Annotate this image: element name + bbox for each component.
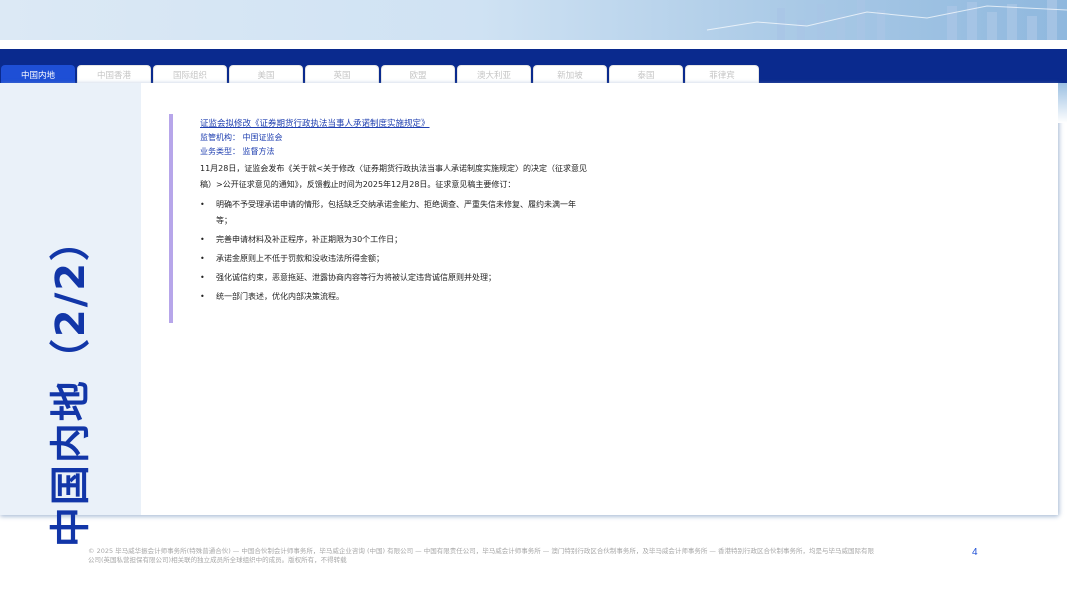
- list-item: • 统一部门表述，优化内部决策流程。: [200, 289, 589, 305]
- list-item: • 明确不予受理承诺申请的情形，包括缺乏交纳承诺金能力、拒绝调查、严重失信未修复、…: [200, 197, 589, 229]
- list-item-text: 统一部门表述，优化内部决策流程。: [216, 292, 344, 301]
- tab-singapore[interactable]: 新加坡: [533, 65, 607, 83]
- page-number: 4: [972, 547, 978, 558]
- chart-decoration-graphic: [706, 0, 1067, 40]
- sidebar: 中国内地（2/2）: [0, 83, 141, 547]
- tab-uk[interactable]: 英国: [305, 65, 379, 83]
- bullet-icon: •: [200, 254, 205, 263]
- tab-eu[interactable]: 欧盟: [381, 65, 455, 83]
- article-title-link[interactable]: 证监会拟修改《证券期货行政执法当事人承诺制度实施规定》: [200, 117, 589, 131]
- tab-usa[interactable]: 美国: [229, 65, 303, 83]
- tab-thailand[interactable]: 泰国: [609, 65, 683, 83]
- tab-philippines[interactable]: 菲律宾: [685, 65, 759, 83]
- copyright-footer: © 2025 毕马威华振会计师事务所(特殊普通合伙) — 中国合伙制会计师事务所…: [88, 547, 874, 564]
- list-item-text: 明确不予受理承诺申请的情形，包括缺乏交纳承诺金能力、拒绝调查、严重失信未修复、履…: [216, 200, 576, 225]
- list-item-text: 强化诚信约束，恶意拖延、泄露协商内容等行为将被认定违背诚信原则并处理；: [216, 273, 496, 282]
- tab-hong-kong[interactable]: 中国香港: [77, 65, 151, 83]
- region-tabs: 中国内地 中国香港 国际组织 美国 英国 欧盟 澳大利亚 新加坡 泰国 菲律宾: [1, 65, 759, 83]
- tab-australia[interactable]: 澳大利亚: [457, 65, 531, 83]
- bullet-icon: •: [200, 235, 205, 244]
- bullet-icon: •: [200, 273, 205, 282]
- business-type-label: 业务类型： 监督方法: [200, 147, 275, 156]
- panel-edge-decoration: [1058, 83, 1067, 123]
- regulator-label: 监管机构： 中国证监会: [200, 133, 283, 142]
- bullet-icon: •: [200, 292, 205, 301]
- article-body: 11月28日，证监会发布《关于就<关于修改〈证券期货行政执法当事人承诺制度实施规…: [200, 164, 588, 189]
- article-block: 证监会拟修改《证券期货行政执法当事人承诺制度实施规定》 监管机构： 中国证监会 …: [169, 114, 589, 323]
- page-title: 中国内地（2/2）: [48, 218, 94, 548]
- header-divider: [0, 40, 1067, 49]
- list-item: • 强化诚信约束，恶意拖延、泄露协商内容等行为将被认定违背诚信原则并处理；: [200, 270, 589, 286]
- list-item-text: 完善申请材料及补正程序，补正期限为30个工作日；: [216, 235, 403, 244]
- bullet-icon: •: [200, 200, 205, 209]
- header-banner: [0, 0, 1067, 40]
- tab-china-mainland[interactable]: 中国内地: [1, 65, 75, 83]
- list-item: • 承诺金原则上不低于罚款和没收违法所得金额；: [200, 251, 589, 267]
- revision-points-list: • 明确不予受理承诺申请的情形，包括缺乏交纳承诺金能力、拒绝调查、严重失信未修复、…: [200, 197, 589, 305]
- tab-international-organizations[interactable]: 国际组织: [153, 65, 227, 83]
- list-item-text: 承诺金原则上不低于罚款和没收违法所得金额；: [216, 254, 384, 263]
- list-item: • 完善申请材料及补正程序，补正期限为30个工作日；: [200, 232, 589, 248]
